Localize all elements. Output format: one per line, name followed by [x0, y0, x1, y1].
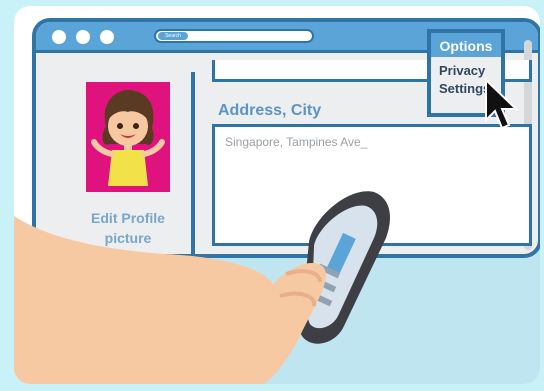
illustration-card: Search Edit Profile picture Address, Cit… — [14, 6, 540, 384]
hand-with-phone-illustration — [14, 191, 390, 384]
illustration-frame: Search Edit Profile picture Address, Cit… — [0, 0, 544, 391]
